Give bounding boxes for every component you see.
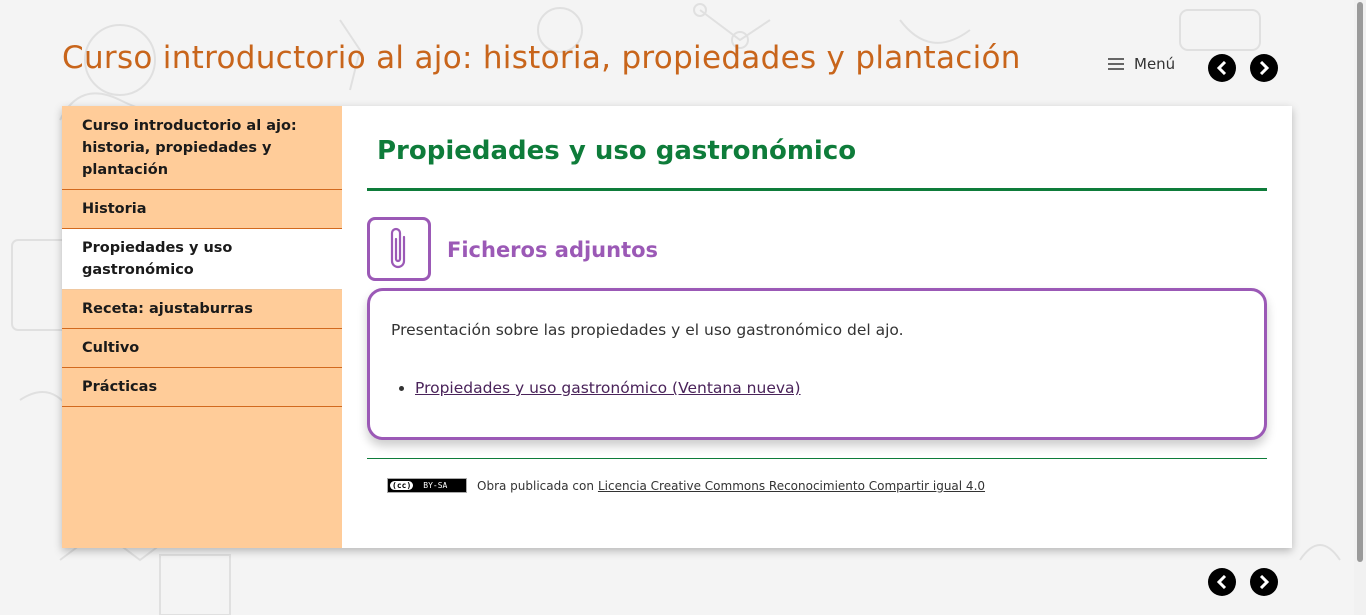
license-link[interactable]: Licencia Creative Commons Reconocimiento… [598,479,985,493]
attachments-description: Presentación sobre las propiedades y el … [391,321,904,339]
sidebar-item-historia[interactable]: Historia [62,190,342,229]
page-title: Propiedades y uso gastronómico [377,136,857,166]
license-prefix: Obra publicada con [477,478,594,493]
scrollbar-thumb[interactable] [1357,2,1363,562]
prev-page-button-top[interactable] [1208,54,1236,82]
list-item: Propiedades y uso gastronómico (Ventana … [415,379,801,397]
menu-button[interactable]: Menú [1108,55,1175,73]
attachments-list: Propiedades y uso gastronómico (Ventana … [415,379,801,397]
sidebar-item-propiedades[interactable]: Propiedades y uso gastronómico [62,229,342,290]
title-divider [367,188,1267,191]
cc-badge-text: BY-SA [423,481,448,490]
page-scrollbar[interactable] [1354,0,1366,615]
attachments-heading: Ficheros adjuntos [447,238,659,262]
footer-divider [367,458,1267,459]
next-page-button-top[interactable] [1250,54,1278,82]
paperclip-icon [390,227,406,269]
sidebar-item-cultivo[interactable]: Cultivo [62,329,342,368]
site-title: Curso introductorio al ajo: historia, pr… [62,40,1021,76]
chevron-right-icon [1259,61,1270,75]
chevron-right-icon [1259,575,1270,589]
hamburger-icon [1108,58,1124,70]
prev-page-button-bottom[interactable] [1208,568,1236,596]
cc-license-badge[interactable]: (cc) BY-SA [387,478,467,493]
chevron-left-icon [1216,61,1227,75]
attachment-icon-box [367,217,431,281]
main-panel: Curso introductorio al ajo: historia, pr… [62,106,1292,548]
attachment-link[interactable]: Propiedades y uso gastronómico (Ventana … [415,379,801,397]
sidebar-item-practicas[interactable]: Prácticas [62,368,342,407]
sidebar-nav: Curso introductorio al ajo: historia, pr… [62,106,342,548]
sidebar-item-receta[interactable]: Receta: ajustaburras [62,290,342,329]
attachments-box: Presentación sobre las propiedades y el … [367,288,1267,440]
menu-label: Menú [1134,55,1176,73]
next-page-button-bottom[interactable] [1250,568,1278,596]
sidebar-item-home[interactable]: Curso introductorio al ajo: historia, pr… [62,106,342,190]
chevron-left-icon [1216,575,1227,589]
license-footer: (cc) BY-SA Obra publicada con Licencia C… [387,478,985,493]
cc-badge-logo: (cc) [390,481,414,490]
content-area: Propiedades y uso gastronómico Ficheros … [367,106,1267,548]
